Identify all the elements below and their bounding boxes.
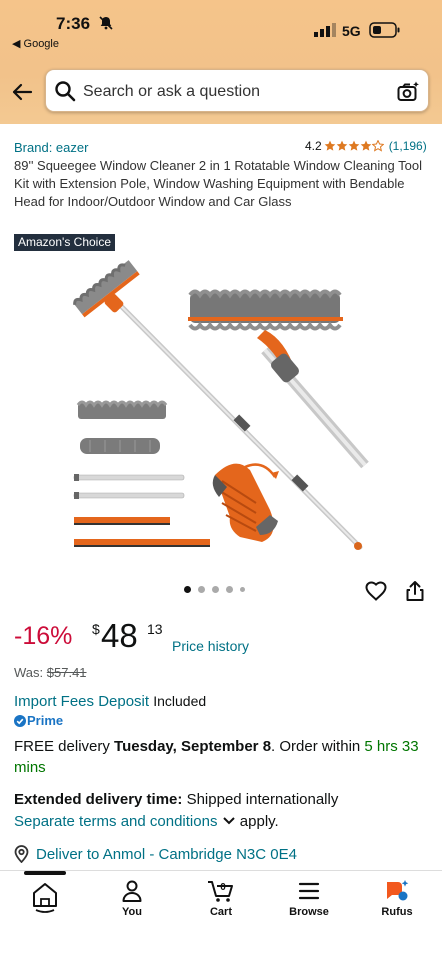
deliver-to-text: Deliver to Anmol - Cambridge N3C 0E4 xyxy=(36,845,297,863)
import-fees-included: Included xyxy=(153,693,207,709)
price-currency: $ xyxy=(92,621,100,637)
deliver-to-link[interactable]: Deliver to Anmol - Cambridge N3C 0E4 xyxy=(14,845,297,863)
back-arrow-icon[interactable] xyxy=(10,80,34,104)
delivery-date: Tuesday, September 8 xyxy=(114,738,272,755)
price-fraction: 13 xyxy=(147,621,163,637)
network-type: 5G xyxy=(342,23,361,39)
star-rating xyxy=(324,140,384,152)
battery-icon xyxy=(369,22,400,38)
nav-rufus[interactable]: Rufus xyxy=(362,879,432,918)
carousel-dot[interactable] xyxy=(212,586,219,593)
back-to-app[interactable]: ◀ Google xyxy=(12,37,59,50)
search-bar[interactable]: Search or ask a question xyxy=(45,69,429,112)
user-icon xyxy=(122,880,142,902)
search-input[interactable]: Search or ask a question xyxy=(83,83,260,101)
mop-head-image xyxy=(188,289,369,469)
prime-label: Prime xyxy=(27,713,64,728)
carousel-dot[interactable] xyxy=(226,586,233,593)
star-full-icon xyxy=(348,140,359,151)
star-empty-icon xyxy=(371,140,384,152)
carousel-dot[interactable] xyxy=(198,586,205,593)
discount-percent: -16% xyxy=(14,622,73,650)
home-icon xyxy=(33,883,57,913)
nav-cart-label: Cart xyxy=(209,906,232,918)
amazons-choice-badge: Amazon's Choice xyxy=(14,234,115,251)
was-price: Was: $57.41 xyxy=(14,665,87,680)
was-price-value: $57.41 xyxy=(46,665,87,680)
back-triangle-icon: ◀ xyxy=(12,38,24,50)
location-pin-icon xyxy=(14,845,29,863)
share-icon[interactable] xyxy=(404,579,426,603)
price-history-link[interactable]: Price history xyxy=(172,638,249,654)
rating-summary[interactable]: 4.2 (1,196) xyxy=(305,139,427,153)
nav-rufus-label: Rufus xyxy=(381,906,413,918)
bottom-nav: You 0 Cart Browse Rufus xyxy=(0,870,442,961)
nav-you-label: You xyxy=(122,906,142,918)
rating-value: 4.2 xyxy=(305,139,322,153)
cart-count: 0 xyxy=(220,882,226,893)
price-whole: 48 xyxy=(101,617,138,654)
menu-icon xyxy=(298,882,320,900)
star-full-icon xyxy=(336,140,347,151)
star-full-icon xyxy=(324,140,335,151)
delivery-prefix: FREE delivery xyxy=(14,738,115,755)
brand-link[interactable]: Brand: eazer xyxy=(14,140,88,155)
terms-link[interactable]: Separate terms and conditions xyxy=(14,813,217,830)
extended-delivery: Extended delivery time: Shipped internat… xyxy=(14,789,432,832)
camera-search-icon[interactable] xyxy=(396,80,420,104)
chevron-down-icon[interactable] xyxy=(222,816,236,826)
delivery-middle: . Order within xyxy=(271,738,365,755)
extended-label: Extended delivery time: xyxy=(14,791,183,808)
import-fees: Import Fees Deposit Included xyxy=(14,693,206,710)
nav-you[interactable]: You xyxy=(97,879,167,918)
cart-icon: 0 xyxy=(208,881,233,902)
rufus-icon xyxy=(387,880,409,901)
image-carousel-dots[interactable] xyxy=(184,586,245,593)
bell-muted-icon xyxy=(99,16,113,30)
home-active-indicator xyxy=(24,871,66,875)
product-image[interactable] xyxy=(60,255,380,575)
product-title: 89'' Squeegee Window Cleaner 2 in 1 Rota… xyxy=(14,158,422,210)
nav-cart[interactable]: 0 Cart xyxy=(186,879,256,918)
carousel-dot-active[interactable] xyxy=(184,586,191,593)
delivery-info: FREE delivery Tuesday, September 8. Orde… xyxy=(14,736,432,778)
terms-suffix: apply. xyxy=(235,812,279,830)
heart-icon[interactable] xyxy=(364,579,388,603)
nav-browse-label: Browse xyxy=(289,906,329,918)
rating-count: (1,196) xyxy=(388,139,427,153)
prime-badge: Prime xyxy=(14,713,63,728)
star-full-icon xyxy=(360,140,371,151)
extended-text: Shipped internationally xyxy=(182,791,339,808)
nav-browse[interactable]: Browse xyxy=(274,879,344,918)
status-time: 7:36 xyxy=(56,14,91,33)
signal-icon xyxy=(314,23,336,37)
accessory-parts-image xyxy=(73,400,210,547)
prime-check-icon xyxy=(14,714,26,727)
carousel-dot[interactable] xyxy=(240,587,245,592)
bendable-joint-image xyxy=(212,463,279,542)
import-fees-link[interactable]: Import Fees Deposit xyxy=(14,693,149,710)
was-label: Was: xyxy=(14,665,44,680)
search-icon xyxy=(55,81,76,102)
nav-home[interactable] xyxy=(10,879,80,916)
